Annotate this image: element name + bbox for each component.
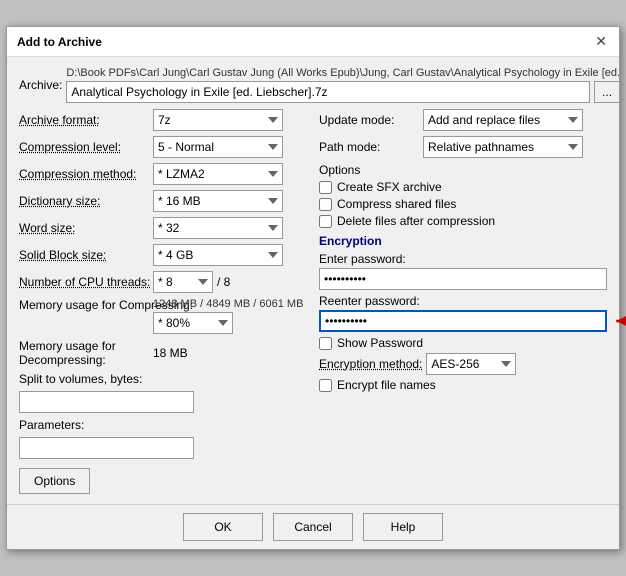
compression-level-label: Compression level: — [19, 140, 149, 154]
cpu-threads-row: Number of CPU threads: * 8 / 8 — [19, 271, 309, 293]
compression-method-select[interactable]: * LZMA2 — [153, 163, 283, 185]
show-password-checkbox[interactable] — [319, 337, 332, 350]
word-size-select[interactable]: * 32 — [153, 217, 283, 239]
update-mode-row: Update mode: Add and replace files — [319, 109, 607, 131]
options-section-title: Options — [319, 163, 607, 177]
encrypt-filenames-checkbox[interactable] — [319, 379, 332, 392]
split-volumes-input[interactable] — [19, 391, 194, 413]
reenter-password-label: Reenter password: — [319, 294, 607, 308]
reenter-password-input[interactable] — [319, 310, 607, 332]
solid-block-select[interactable]: * 4 GB — [153, 244, 283, 266]
delete-files-label: Delete files after compression — [337, 214, 495, 228]
main-body: Archive format: 7z Compression level: 5 … — [19, 109, 607, 494]
word-size-row: Word size: * 32 — [19, 217, 309, 239]
memory-compressing-label: Memory usage for Compressing: — [19, 298, 149, 312]
archive-input[interactable] — [66, 81, 590, 103]
archive-path-text: D:\Book PDFs\Carl Jung\Carl Gustav Jung … — [66, 67, 620, 79]
compress-shared-checkbox[interactable] — [319, 198, 332, 211]
red-arrow-icon — [612, 311, 626, 331]
cancel-button[interactable]: Cancel — [273, 513, 353, 541]
reenter-password-row: Reenter password: — [319, 294, 607, 332]
browse-button[interactable]: ... — [594, 81, 620, 103]
compress-shared-row: Compress shared files — [319, 197, 607, 211]
path-mode-label: Path mode: — [319, 140, 419, 154]
archive-format-select[interactable]: 7z — [153, 109, 283, 131]
encrypt-filenames-row: Encrypt file names — [319, 378, 607, 392]
archive-label: Archive: — [19, 78, 62, 92]
add-to-archive-dialog: Add to Archive ✕ Archive: D:\Book PDFs\C… — [6, 26, 620, 550]
encryption-method-select[interactable]: AES-256 — [426, 353, 516, 375]
params-label: Parameters: — [19, 418, 149, 432]
ok-button[interactable]: OK — [183, 513, 263, 541]
memory-decompressing-row: Memory usage for Decompressing: 18 MB — [19, 339, 309, 367]
memory-decompressing-label: Memory usage for Decompressing: — [19, 339, 149, 367]
split-volumes-label: Split to volumes, bytes: — [19, 372, 149, 386]
encryption-section: Encryption Enter password: Reenter passw… — [319, 234, 607, 392]
dialog-footer: OK Cancel Help — [7, 504, 619, 549]
dialog-title: Add to Archive — [17, 35, 102, 49]
solid-block-row: Solid Block size: * 4 GB — [19, 244, 309, 266]
delete-files-checkbox[interactable] — [319, 215, 332, 228]
cpu-threads-label: Number of CPU threads: — [19, 275, 149, 289]
encryption-section-title: Encryption — [319, 234, 607, 248]
archive-row: Archive: D:\Book PDFs\Carl Jung\Carl Gus… — [19, 67, 607, 103]
encryption-method-label: Encryption method: — [319, 357, 422, 371]
close-button[interactable]: ✕ — [593, 33, 609, 50]
memory-compressing-values: 1248 MB / 4849 MB / 6061 MB — [153, 298, 303, 310]
left-column: Archive format: 7z Compression level: 5 … — [19, 109, 309, 494]
compress-shared-label: Compress shared files — [337, 197, 456, 211]
path-mode-select[interactable]: Relative pathnames — [423, 136, 583, 158]
archive-path-box: D:\Book PDFs\Carl Jung\Carl Gustav Jung … — [66, 67, 620, 103]
help-button[interactable]: Help — [363, 513, 443, 541]
enter-password-label: Enter password: — [319, 252, 607, 266]
memory-decompressing-value: 18 MB — [153, 346, 188, 360]
dictionary-size-select[interactable]: * 16 MB — [153, 190, 283, 212]
update-mode-label: Update mode: — [319, 113, 419, 127]
dictionary-size-row: Dictionary size: * 16 MB — [19, 190, 309, 212]
enter-password-input[interactable] — [319, 268, 607, 290]
params-input[interactable] — [19, 437, 194, 459]
memory-pct-select[interactable]: * 80% — [153, 312, 233, 334]
create-sfx-row: Create SFX archive — [319, 180, 607, 194]
path-mode-row: Path mode: Relative pathnames — [319, 136, 607, 158]
enter-password-row: Enter password: — [319, 252, 607, 294]
compression-level-row: Compression level: 5 - Normal — [19, 136, 309, 158]
create-sfx-checkbox[interactable] — [319, 181, 332, 194]
cpu-threads-of: / 8 — [217, 275, 230, 289]
title-bar: Add to Archive ✕ — [7, 27, 619, 57]
right-column: Update mode: Add and replace files Path … — [319, 109, 607, 494]
cpu-threads-select[interactable]: * 8 — [153, 271, 213, 293]
archive-input-row: ... — [66, 81, 620, 103]
delete-files-row: Delete files after compression — [319, 214, 607, 228]
word-size-label: Word size: — [19, 221, 149, 235]
options-button[interactable]: Options — [19, 468, 90, 494]
show-password-row: Show Password — [319, 336, 607, 350]
archive-format-row: Archive format: 7z — [19, 109, 309, 131]
params-row: Parameters: — [19, 418, 309, 432]
solid-block-label: Solid Block size: — [19, 248, 149, 262]
dialog-content: Archive: D:\Book PDFs\Carl Jung\Carl Gus… — [7, 57, 619, 504]
archive-format-label: Archive format: — [19, 113, 149, 127]
encrypt-filenames-label: Encrypt file names — [337, 378, 436, 392]
show-password-label: Show Password — [337, 336, 423, 350]
dictionary-size-label: Dictionary size: — [19, 194, 149, 208]
memory-compressing-block: Memory usage for Compressing: 1248 MB / … — [19, 298, 309, 334]
create-sfx-label: Create SFX archive — [337, 180, 442, 194]
encryption-method-row: Encryption method: AES-256 — [319, 353, 607, 375]
update-mode-select[interactable]: Add and replace files — [423, 109, 583, 131]
compression-level-select[interactable]: 5 - Normal — [153, 136, 283, 158]
compression-method-label: Compression method: — [19, 167, 149, 181]
compression-method-row: Compression method: * LZMA2 — [19, 163, 309, 185]
split-volumes-row: Split to volumes, bytes: — [19, 372, 309, 386]
